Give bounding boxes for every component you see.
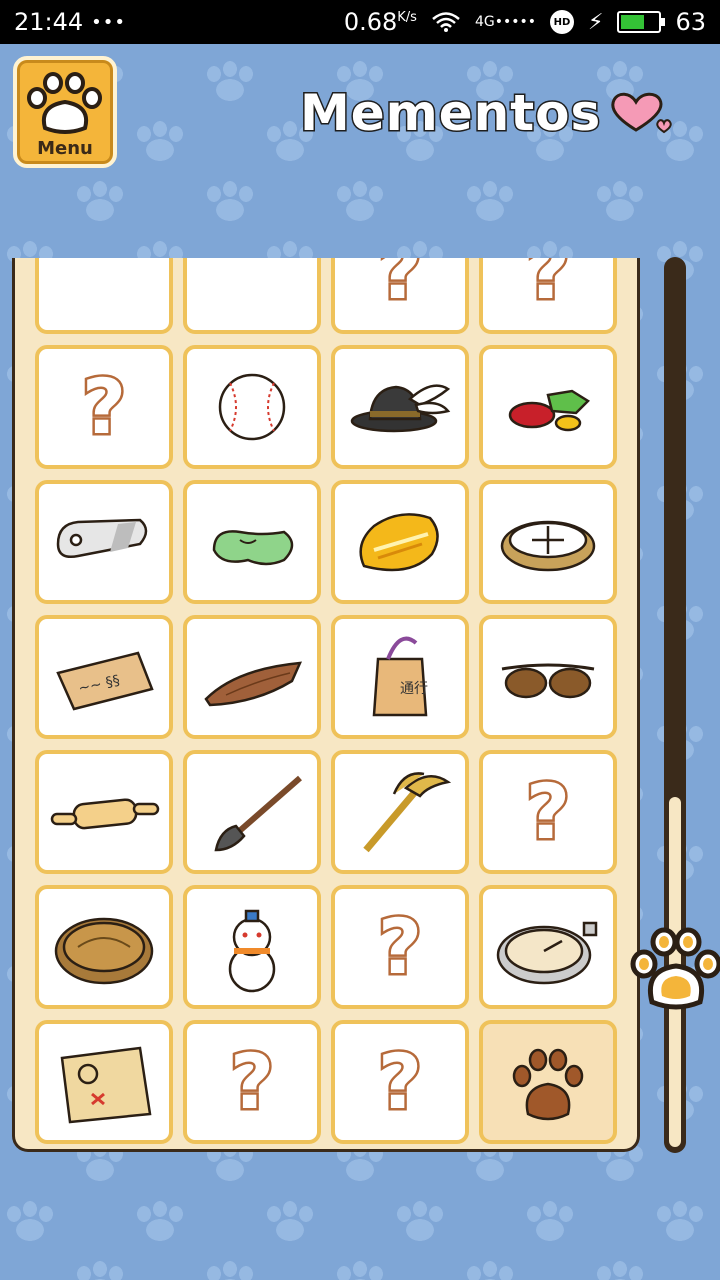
rolling-pin-icon (50, 798, 160, 830)
mementos-grid: ??? ~~ §§ 通行???? (35, 258, 617, 1144)
scrollbar-paw-thumb[interactable] (630, 926, 720, 1014)
memento-slot[interactable] (479, 1020, 617, 1144)
unknown-item-icon: ? (523, 258, 572, 316)
charging-bolt-icon: ⚡ (588, 9, 604, 35)
snowman-icon (228, 909, 276, 993)
memento-slot[interactable] (331, 750, 469, 874)
pocket-watch-icon (496, 921, 598, 985)
memento-slot[interactable] (479, 480, 617, 604)
calligraphy-brush-icon (214, 775, 302, 852)
memento-slot[interactable]: ? (331, 885, 469, 1009)
page-title: Mementos (298, 83, 602, 144)
battery-fill (621, 15, 645, 29)
hd-icon: HD (550, 10, 574, 34)
memento-slot[interactable]: ? (479, 258, 617, 334)
memento-slot[interactable] (479, 345, 617, 469)
wooden-pass-tag-icon: 通行 (372, 636, 428, 717)
memento-slot[interactable] (183, 885, 321, 1009)
jewels-icon (508, 389, 590, 432)
graffiti-note-icon: ~~ §§ (56, 651, 154, 711)
gold-coin-icon (359, 513, 439, 572)
unknown-item-icon: ? (375, 258, 424, 316)
memento-slot[interactable] (35, 750, 173, 874)
battery-level: 63 (675, 8, 706, 36)
svg-text:通行: 通行 (400, 681, 428, 697)
green-stone-icon (212, 530, 294, 566)
wooden-plank-icon (204, 661, 303, 707)
memento-slot[interactable]: ~~ §§ (35, 615, 173, 739)
status-bar: 21:44 ••• 0.68K/s 4G••••• HD ⚡ 63 (0, 0, 720, 44)
sunglasses-icon (501, 663, 595, 699)
network-speed-value: 0.68 (343, 8, 398, 36)
memento-slot[interactable]: ? (331, 258, 469, 334)
unknown-item-icon: ? (227, 1037, 276, 1126)
network-speed: 0.68K/s (344, 8, 417, 36)
memento-slot[interactable] (183, 480, 321, 604)
memento-slot[interactable]: 通行 (331, 615, 469, 739)
memento-slot[interactable] (35, 480, 173, 604)
unknown-item-icon: ? (523, 767, 572, 856)
golden-staff-icon (363, 772, 452, 853)
paw-print-icon (512, 1048, 584, 1121)
red-brooch-icon (48, 258, 160, 320)
unknown-item-icon: ? (375, 902, 424, 991)
memento-slot[interactable] (35, 258, 173, 334)
memento-slot[interactable] (35, 1020, 173, 1144)
memento-slot[interactable]: ? (35, 345, 173, 469)
notification-dots: ••• (91, 11, 127, 33)
teal-fish-tray-icon (196, 258, 308, 320)
wifi-icon (432, 12, 460, 32)
memento-slot[interactable] (183, 615, 321, 739)
memento-slot[interactable] (479, 615, 617, 739)
menu-button[interactable]: Menu (13, 56, 117, 168)
treasure-map-icon (60, 1046, 152, 1124)
compass-ring-icon (500, 520, 596, 572)
memento-slot[interactable] (183, 345, 321, 469)
memento-slot[interactable] (183, 750, 321, 874)
signal-icon: 4G••••• (474, 14, 536, 30)
unknown-item-icon: ? (79, 362, 128, 451)
heart-icon (611, 92, 672, 134)
memento-slot[interactable]: ? (331, 1020, 469, 1144)
mementos-panel: ??? ~~ §§ 通行???? (12, 258, 640, 1152)
network-speed-unit: K/s (397, 10, 417, 25)
silver-dog-tag-icon (56, 518, 148, 558)
memento-slot[interactable]: ? (183, 1020, 321, 1144)
battery-icon (617, 11, 666, 33)
bronze-medallion-icon (54, 917, 154, 985)
menu-label: Menu (37, 138, 93, 159)
feathered-hat-icon (350, 384, 451, 433)
baseball-icon (218, 373, 286, 441)
unknown-item-icon: ? (375, 1037, 424, 1126)
memento-slot[interactable] (35, 885, 173, 1009)
paw-icon (27, 72, 102, 134)
memento-slot[interactable] (331, 345, 469, 469)
status-time: 21:44 (14, 8, 84, 36)
memento-slot[interactable]: ? (479, 750, 617, 874)
scrollbar-track[interactable] (664, 257, 686, 1153)
memento-slot[interactable] (183, 258, 321, 334)
memento-slot[interactable] (331, 480, 469, 604)
memento-slot[interactable] (479, 885, 617, 1009)
